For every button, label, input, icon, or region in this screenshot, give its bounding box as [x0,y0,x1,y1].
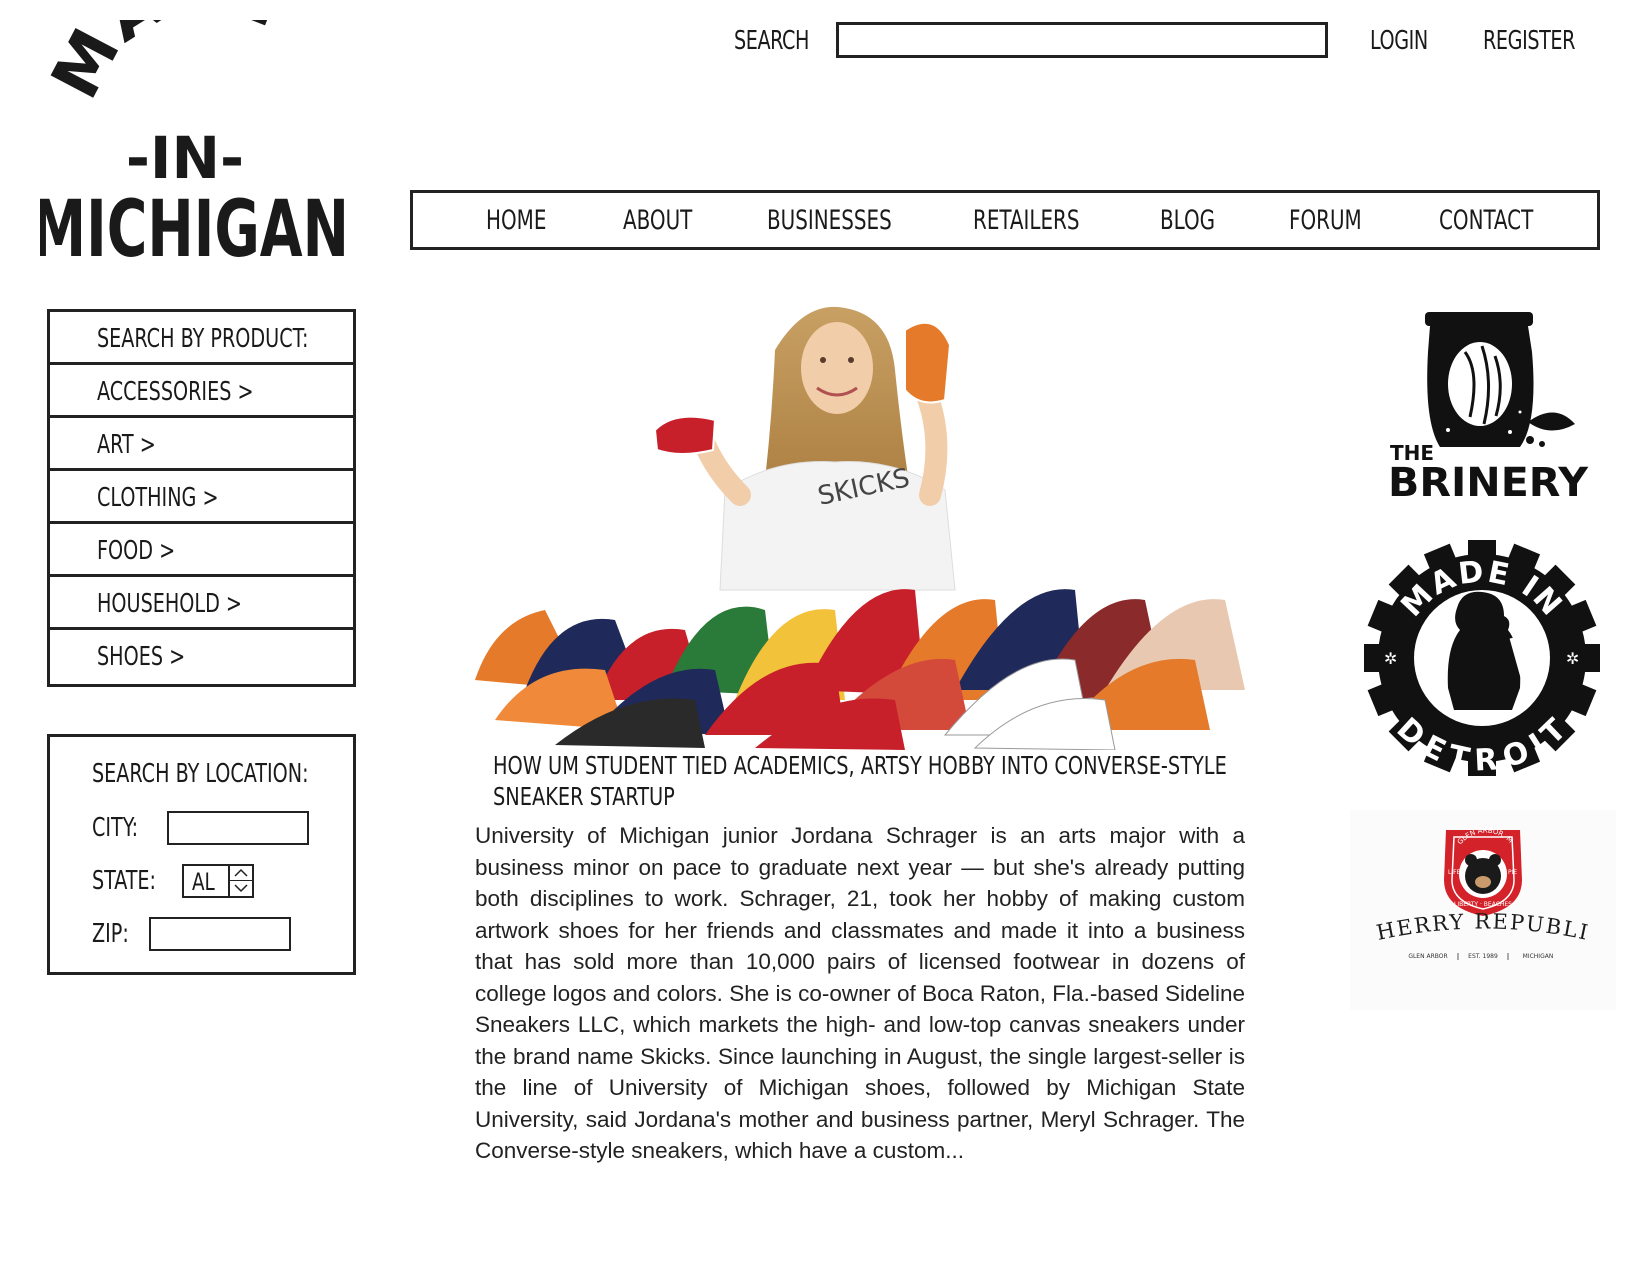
cherry-badge-right-text: PIE [1508,869,1517,876]
article-title-line-2: SNEAKER STARTUP [493,782,675,811]
zip-input[interactable] [149,917,291,951]
product-item-label: ACCESSORIES > [97,377,254,407]
hero-sneaker-pile [475,589,1245,750]
location-search-panel: SEARCH BY LOCATION: CITY: STATE: AL ZIP: [47,734,356,975]
product-search-panel: SEARCH BY PRODUCT: ACCESSORIES > ART > C… [47,309,356,687]
cherry-sub-right-text: MICHIGAN [1523,953,1554,960]
cherry-badge-bottom-text: LIBERTY · BEACHES [1454,901,1512,908]
product-item-label: SHOES > [97,642,186,672]
article-body: University of Michigan junior Jordana Sc… [475,823,1245,1163]
register-link[interactable]: REGISTER [1483,26,1575,56]
nav-retailers[interactable]: RETAILERS [973,205,1080,236]
spinner-down-icon[interactable] [233,883,249,893]
svg-text:✲: ✲ [1384,649,1397,668]
product-search-heading: SEARCH BY PRODUCT: [97,324,309,354]
state-label: STATE: [92,866,156,896]
product-item-label: ART > [97,430,156,460]
brinery-name-text: BRINERY [1388,460,1589,502]
product-item-label: CLOTHING > [97,483,219,513]
product-item-clothing[interactable]: CLOTHING > [50,471,353,524]
product-item-shoes[interactable]: SHOES > [50,630,353,684]
product-item-accessories[interactable]: ACCESSORIES > [50,365,353,418]
cherry-sub-left-text: GLEN ARBOR [1408,953,1447,960]
svg-text:✲: ✲ [1566,649,1579,668]
logo-in-text: -IN- [126,124,244,192]
article-title[interactable]: HOW UM STUDENT TIED ACADEMICS, ARTSY HOB… [493,750,1250,812]
product-search-heading-row: SEARCH BY PRODUCT: [50,312,353,365]
hero-image[interactable]: SKICKS [475,290,1245,750]
cherry-republic-logo[interactable]: GLEN ARBOR, MI LIBERTY · BEACHES LIFE PI… [1350,810,1616,1010]
nav-contact[interactable]: CONTACT [1439,205,1533,236]
product-item-food[interactable]: FOOD > [50,524,353,577]
brinery-logo[interactable]: THE BRINERY [1370,312,1595,502]
made-in-michigan-logo[interactable]: MADE -IN- MICHIGAN [40,20,370,260]
product-item-label: HOUSEHOLD > [97,589,243,619]
city-input[interactable] [167,811,309,845]
city-label: CITY: [92,813,139,843]
hero-face [801,322,873,414]
product-item-art[interactable]: ART > [50,418,353,471]
article-title-line-1: HOW UM STUDENT TIED ACADEMICS, ARTSY HOB… [493,751,1227,780]
login-link[interactable]: LOGIN [1370,26,1428,56]
state-spinner [228,866,252,896]
nav-about[interactable]: ABOUT [623,205,692,236]
product-item-label: FOOD > [97,536,176,566]
logo-made-text: MADE [40,20,293,111]
nav-forum[interactable]: FORUM [1289,205,1362,236]
nav-blog[interactable]: BLOG [1160,205,1215,236]
cherry-badge-left-text: LIFE [1448,869,1461,876]
nav-home[interactable]: HOME [486,205,546,236]
spinner-up-icon[interactable] [233,868,249,878]
nav-businesses[interactable]: BUSINESSES [767,205,892,236]
location-search-heading: SEARCH BY LOCATION: [92,759,309,789]
state-value: AL [192,868,215,896]
cherry-sub-mid-text: EST. 1989 [1468,953,1498,960]
search-label: SEARCH [734,26,810,56]
search-input[interactable] [836,22,1328,58]
state-select[interactable]: AL [182,864,254,898]
product-item-household[interactable]: HOUSEHOLD > [50,577,353,630]
logo-michigan-text: MICHIGAN [40,185,349,260]
made-in-detroit-logo[interactable]: MADE IN DETROIT ✲ ✲ [1362,538,1602,778]
zip-label: ZIP: [92,919,129,949]
main-nav: HOME ABOUT BUSINESSES RETAILERS BLOG FOR… [410,190,1600,250]
